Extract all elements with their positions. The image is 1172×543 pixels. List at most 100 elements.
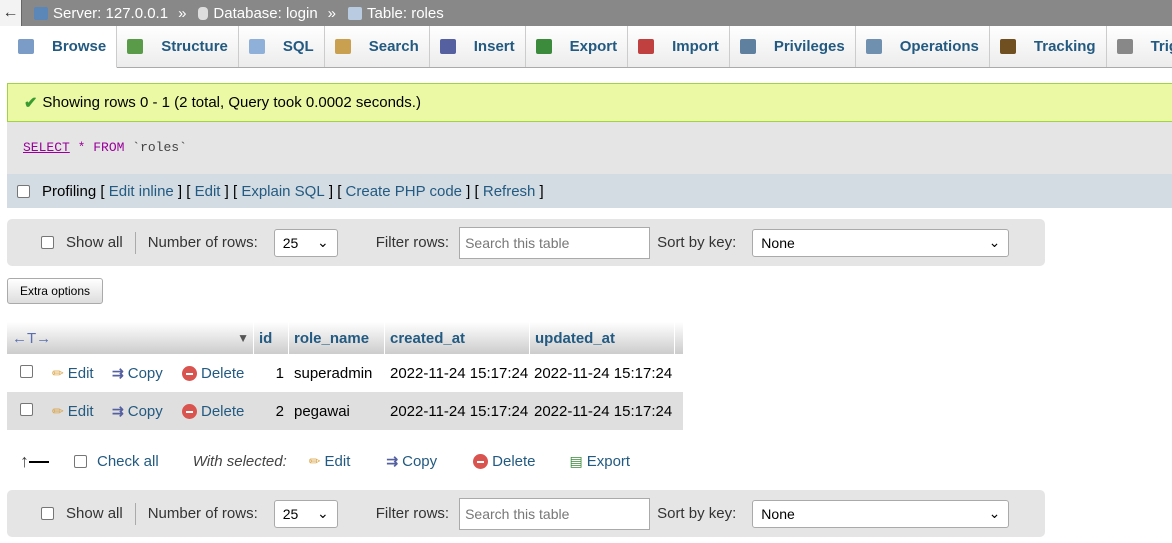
extra-options-button[interactable]: Extra options [7,278,103,304]
edit-inline-link[interactable]: Edit inline [109,183,174,200]
privileges-icon [739,39,756,54]
cell-role-name[interactable]: pegawai [289,403,385,420]
sort-label: Sort by key: [657,505,737,522]
cell-created-at[interactable]: 2022-11-24 15:17:24 [385,365,530,382]
tab-insert[interactable]: Insert [429,26,526,67]
tab-label: Export [569,38,618,55]
success-message: ✔ Showing rows 0 - 1 (2 total, Query took… [7,83,1172,122]
column-updated-at[interactable]: updated_at [530,322,675,354]
import-icon [638,39,655,54]
edit-link[interactable]: Edit [195,183,221,200]
sql-query: SELECT * FROM `roles` [7,122,1172,174]
tab-search[interactable]: Search [324,26,430,67]
profiling-checkbox[interactable] [17,184,30,198]
table-icon [348,6,363,20]
show-all-checkbox[interactable] [41,236,54,249]
column-id[interactable]: id [254,322,289,354]
chevron-down-icon: ⌄ [988,234,1001,250]
tab-export[interactable]: Export [525,26,629,67]
sort-select[interactable]: None ⌄ [752,228,1010,257]
breadcrumb-separator: » [327,4,337,22]
tab-operations[interactable]: Operations [855,26,990,67]
breadcrumb-table[interactable]: Table: roles [367,5,444,22]
row-checkbox[interactable] [20,364,33,378]
bulk-actions: ↑ Check all With selected: ✏ Edit ⇉ Copy D… [20,448,630,474]
browse-icon [18,39,34,54]
structure-icon [127,39,144,54]
row-copy-button[interactable]: ⇉ Copy [107,365,177,382]
breadcrumb-database[interactable]: Database: login [213,5,317,22]
column-role-name[interactable]: role_name [289,322,385,354]
breadcrumb-server[interactable]: Server: 127.0.0.1 [53,5,168,22]
column-resize-icon[interactable]: ←T→ [12,330,51,347]
column-created-at[interactable]: created_at [385,322,530,354]
cell-id[interactable]: 2 [254,403,289,420]
tab-label: Trigge [1150,38,1172,55]
bulk-copy-button[interactable]: ⇉ Copy [386,453,437,470]
tab-import[interactable]: Import [628,26,730,67]
filter-label: Filter rows: [375,505,450,522]
chevron-down-icon: ⌄ [317,505,329,521]
tab-privileges[interactable]: Privileges [729,26,856,67]
export-icon: ▤ [569,452,583,469]
success-text: Showing rows 0 - 1 (2 total, Query took … [42,94,421,111]
rows-label: Number of rows: [147,505,258,522]
cell-updated-at[interactable]: 2022-11-24 15:17:24 [530,403,675,420]
tab-browse[interactable]: Browse [8,26,118,68]
cell-role-name[interactable]: superadmin [289,365,385,382]
search-icon [334,39,351,54]
tab-label: Structure [161,38,228,55]
tab-tracking[interactable]: Tracking [989,26,1107,67]
chevron-down-icon: ⌄ [317,234,329,250]
row-checkbox[interactable] [20,402,33,416]
sort-select[interactable]: None ⌄ [752,499,1010,528]
sort-triangle-icon[interactable]: ▼ [237,331,249,345]
profiling-bar: Profiling [ Edit inline ] [ Edit ] [ Exp… [7,174,1172,208]
tab-trigge[interactable]: Trigge [1106,26,1172,67]
tab-label: SQL [282,38,314,55]
delete-icon [182,403,197,419]
tab-label: Search [368,38,419,55]
filter-input[interactable]: Search this table [459,497,651,530]
with-selected-label: With selected: [192,452,287,470]
table-header: ←T→ ▼ id role_name created_at updated_at [7,322,683,354]
tab-sql[interactable]: SQL [238,26,325,67]
row-edit-button[interactable]: ✏ Edit [47,365,107,382]
back-button[interactable]: ← [0,0,22,26]
checkmark-icon: ✔ [24,94,38,112]
show-all-label: Show all [66,505,123,522]
row-delete-button[interactable]: Delete [177,365,254,382]
row-copy-button[interactable]: ⇉ Copy [107,403,177,420]
tab-structure[interactable]: Structure [117,26,239,67]
results-table: ←T→ ▼ id role_name created_at updated_at … [7,322,683,430]
sql-icon [248,39,265,54]
cell-id[interactable]: 1 [254,365,289,382]
operations-icon [865,39,882,54]
filter-input[interactable]: Search this table [459,226,651,259]
cell-created-at[interactable]: 2022-11-24 15:17:24 [385,403,530,420]
show-all-checkbox[interactable] [41,507,54,520]
bulk-edit-button[interactable]: ✏ Edit [309,453,351,470]
bulk-export-button[interactable]: ▤ Export [570,453,631,470]
sql-select[interactable]: SELECT [23,140,70,155]
row-delete-button[interactable]: Delete [177,403,254,420]
table-row: ✏ Edit ⇉ Copy Delete 2 pegawai 2022-11-24 … [7,392,683,430]
tab-label: Import [672,38,719,55]
bulk-delete-button[interactable]: Delete [473,453,536,470]
check-all-link[interactable]: Check all [97,453,159,470]
cell-updated-at[interactable]: 2022-11-24 15:17:24 [530,365,675,382]
sql-table: `roles` [132,140,187,155]
pencil-icon: ✏ [52,364,64,381]
arrow-up-icon: ↑ [20,451,60,472]
navigation-bar-top: Show all Number of rows: 25 ⌄ Filter rows… [7,219,1045,266]
refresh-link[interactable]: Refresh [483,183,536,200]
rows-select[interactable]: 25 ⌄ [273,228,338,257]
filter-label: Filter rows: [375,234,450,251]
rows-label: Number of rows: [147,234,258,251]
check-all-checkbox[interactable] [74,454,87,468]
create-php-link[interactable]: Create PHP code [346,183,462,200]
rows-select[interactable]: 25 ⌄ [273,499,338,528]
explain-sql-link[interactable]: Explain SQL [241,183,324,200]
delete-icon [182,365,197,381]
row-edit-button[interactable]: ✏ Edit [47,403,107,420]
